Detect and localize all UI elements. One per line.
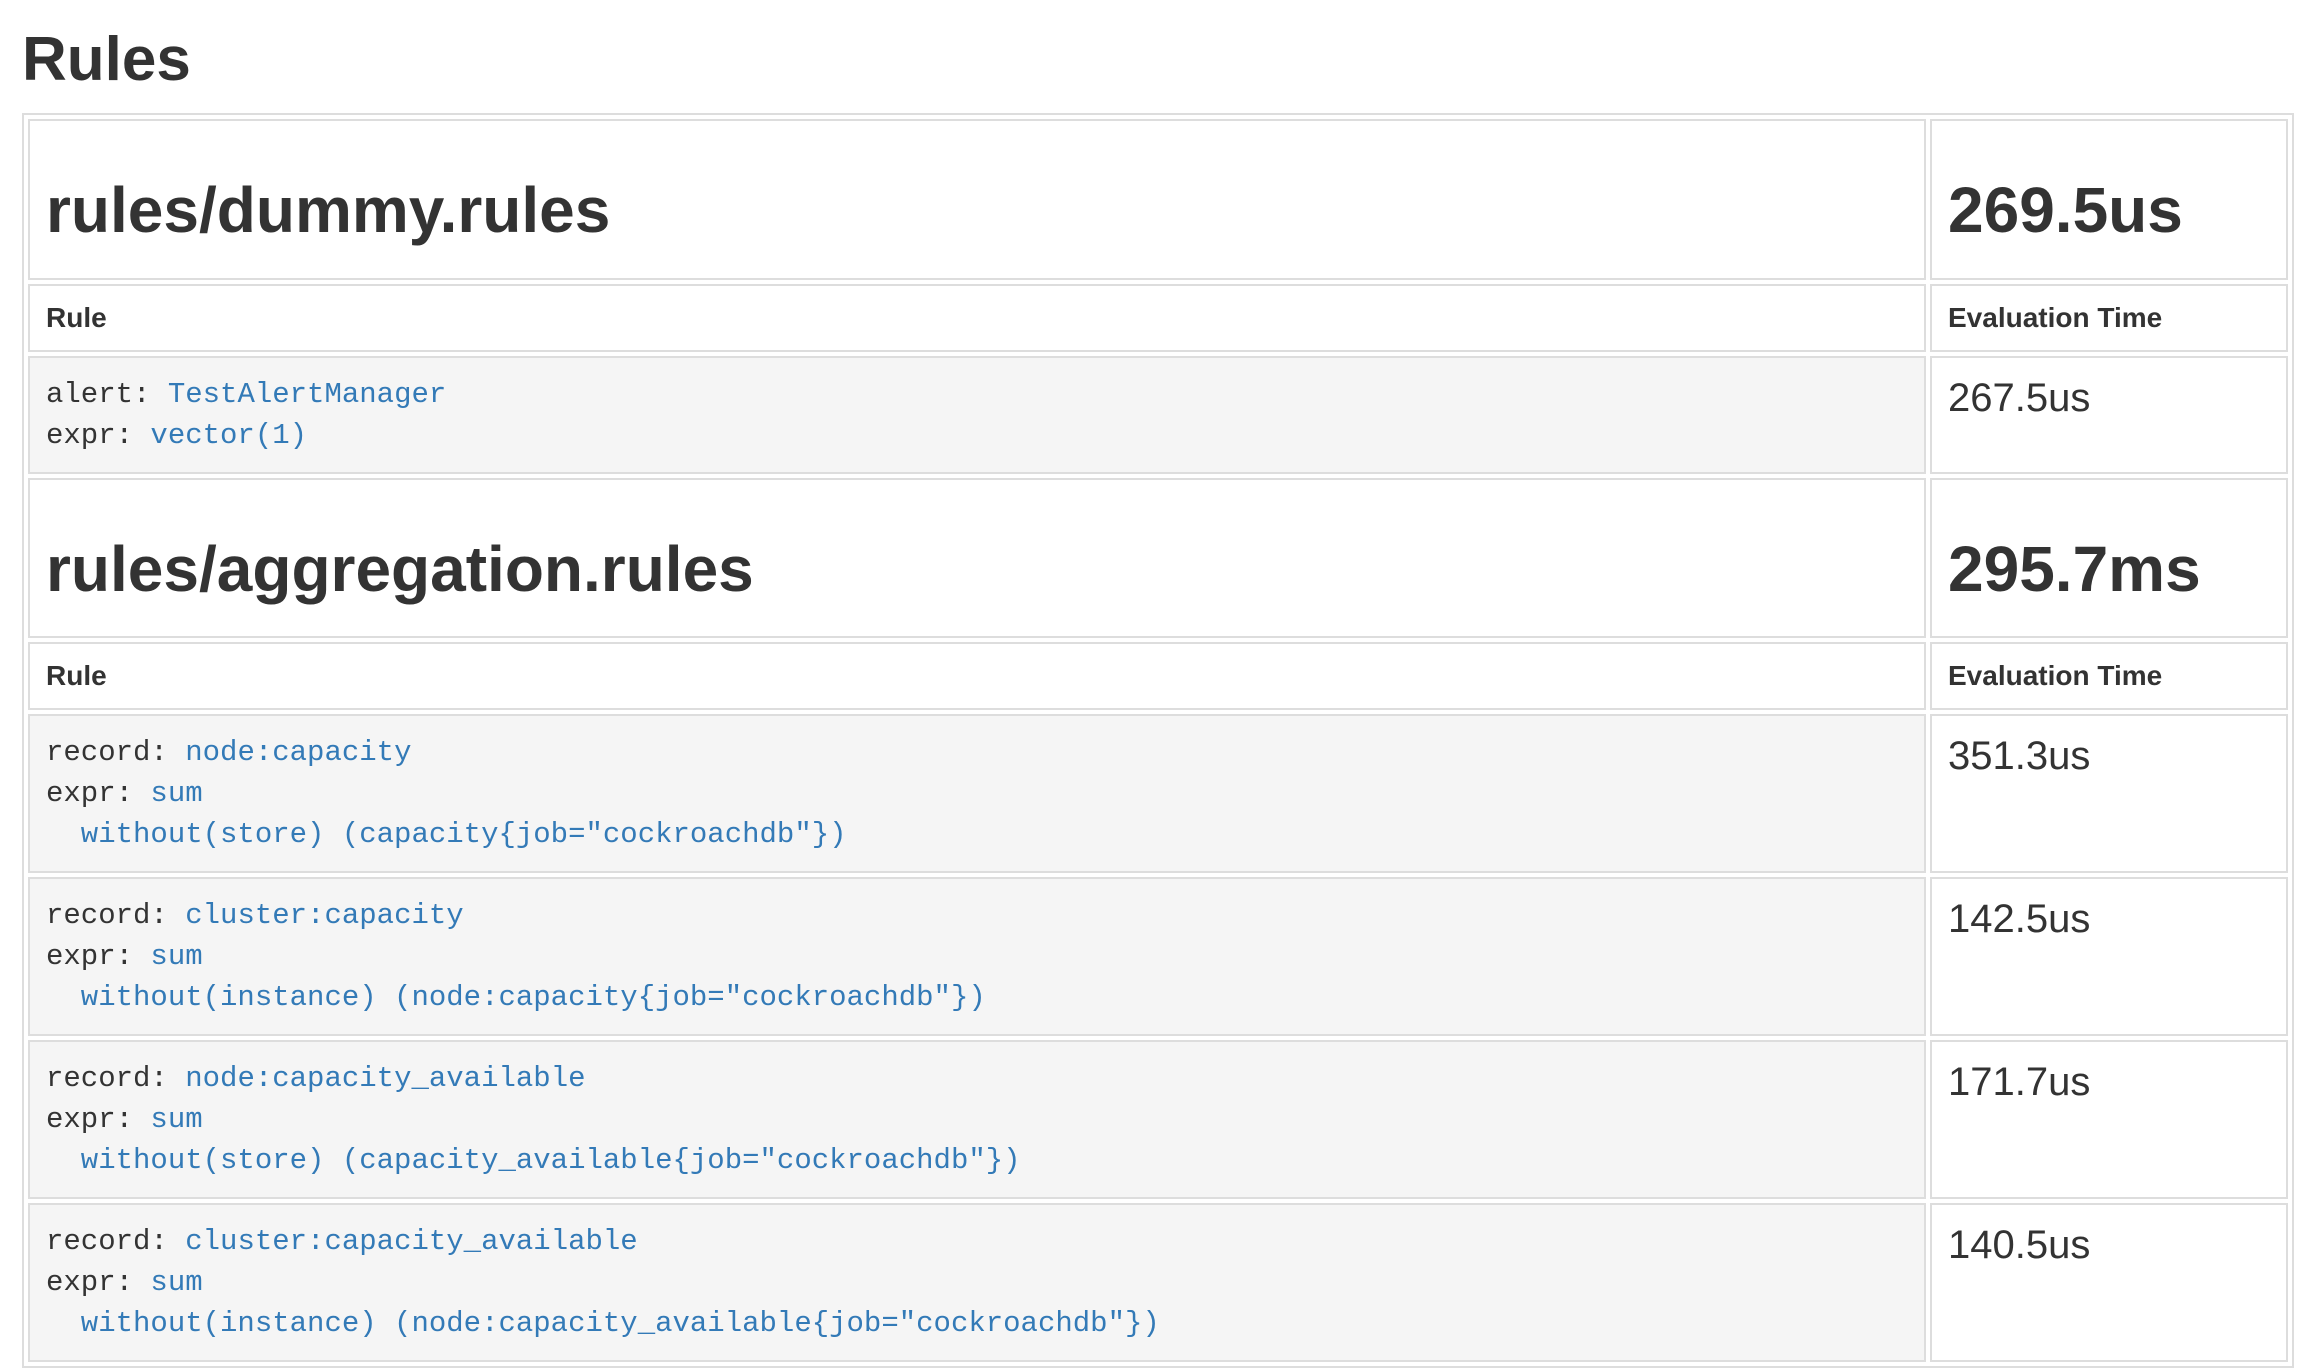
rule-group-name-cell: rules/dummy.rules [28, 119, 1926, 279]
code-key: expr: [46, 1266, 150, 1299]
rule-expr-link[interactable]: sum without(store) (capacity{job="cockro… [46, 777, 847, 851]
rule-expr-link[interactable]: sum without(store) (capacity_available{j… [46, 1103, 1021, 1177]
rule-group-evaluation-time: 269.5us [1948, 175, 2270, 245]
rule-group-evaluation-time: 295.7ms [1948, 534, 2270, 604]
code-key: alert: [46, 378, 168, 411]
rule-row: record: node:capacity_available expr: su… [28, 1040, 2288, 1199]
column-header-rule: Rule [28, 642, 1926, 710]
code-key: expr: [46, 777, 150, 810]
rule-code: record: node:capacity expr: sum without(… [46, 732, 1908, 855]
rule-code: record: node:capacity_available expr: su… [46, 1058, 1908, 1181]
rule-evaluation-time: 171.7us [1930, 1040, 2288, 1199]
code-key: expr: [46, 1103, 150, 1136]
rule-definition-cell: record: node:capacity expr: sum without(… [28, 714, 1926, 873]
column-header-row: Rule Evaluation Time [28, 642, 2288, 710]
column-header-evaluation-time: Evaluation Time [1930, 284, 2288, 352]
rule-definition-cell: record: node:capacity_available expr: su… [28, 1040, 1926, 1199]
rule-name-link[interactable]: TestAlertManager [168, 378, 446, 411]
rule-group-header-row: rules/aggregation.rules 295.7ms [28, 478, 2288, 638]
column-header-row: Rule Evaluation Time [28, 284, 2288, 352]
rule-evaluation-time: 140.5us [1930, 1203, 2288, 1362]
code-key: expr: [46, 940, 150, 973]
rule-row: record: cluster:capacity_available expr:… [28, 1203, 2288, 1362]
rule-group-name-cell: rules/aggregation.rules [28, 478, 1926, 638]
rule-name-link[interactable]: cluster:capacity [185, 899, 463, 932]
rule-group-evaluation-time-cell: 269.5us [1930, 119, 2288, 279]
code-key: record: [46, 736, 185, 769]
rule-code: alert: TestAlertManager expr: vector(1) [46, 374, 1908, 456]
rule-definition-cell: record: cluster:capacity_available expr:… [28, 1203, 1926, 1362]
rule-group-name: rules/aggregation.rules [46, 534, 1908, 604]
column-header-rule: Rule [28, 284, 1926, 352]
rule-name-link[interactable]: node:capacity [185, 736, 411, 769]
column-header-evaluation-time: Evaluation Time [1930, 642, 2288, 710]
code-key: record: [46, 899, 185, 932]
rule-code: record: cluster:capacity expr: sum witho… [46, 895, 1908, 1018]
rule-definition-cell: alert: TestAlertManager expr: vector(1) [28, 356, 1926, 474]
rule-group-evaluation-time-cell: 295.7ms [1930, 478, 2288, 638]
rule-name-link[interactable]: node:capacity_available [185, 1062, 585, 1095]
rule-evaluation-time: 351.3us [1930, 714, 2288, 873]
code-key: record: [46, 1225, 185, 1258]
rule-row: record: node:capacity expr: sum without(… [28, 714, 2288, 873]
code-key: record: [46, 1062, 185, 1095]
rules-table: rules/dummy.rules 269.5us Rule Evaluatio… [22, 113, 2294, 1368]
page-title: Rules [22, 24, 2294, 95]
rule-group-name: rules/dummy.rules [46, 175, 1908, 245]
code-key: expr: [46, 419, 150, 452]
rule-group-header-row: rules/dummy.rules 269.5us [28, 119, 2288, 279]
rule-definition-cell: record: cluster:capacity expr: sum witho… [28, 877, 1926, 1036]
rule-expr-link[interactable]: sum without(instance) (node:capacity{job… [46, 940, 986, 1014]
rule-evaluation-time: 142.5us [1930, 877, 2288, 1036]
rule-row: alert: TestAlertManager expr: vector(1) … [28, 356, 2288, 474]
rule-expr-link[interactable]: vector(1) [150, 419, 307, 452]
rule-expr-link[interactable]: sum without(instance) (node:capacity_ava… [46, 1266, 1160, 1340]
rule-evaluation-time: 267.5us [1930, 356, 2288, 474]
rule-row: record: cluster:capacity expr: sum witho… [28, 877, 2288, 1036]
rule-code: record: cluster:capacity_available expr:… [46, 1221, 1908, 1344]
rule-name-link[interactable]: cluster:capacity_available [185, 1225, 637, 1258]
